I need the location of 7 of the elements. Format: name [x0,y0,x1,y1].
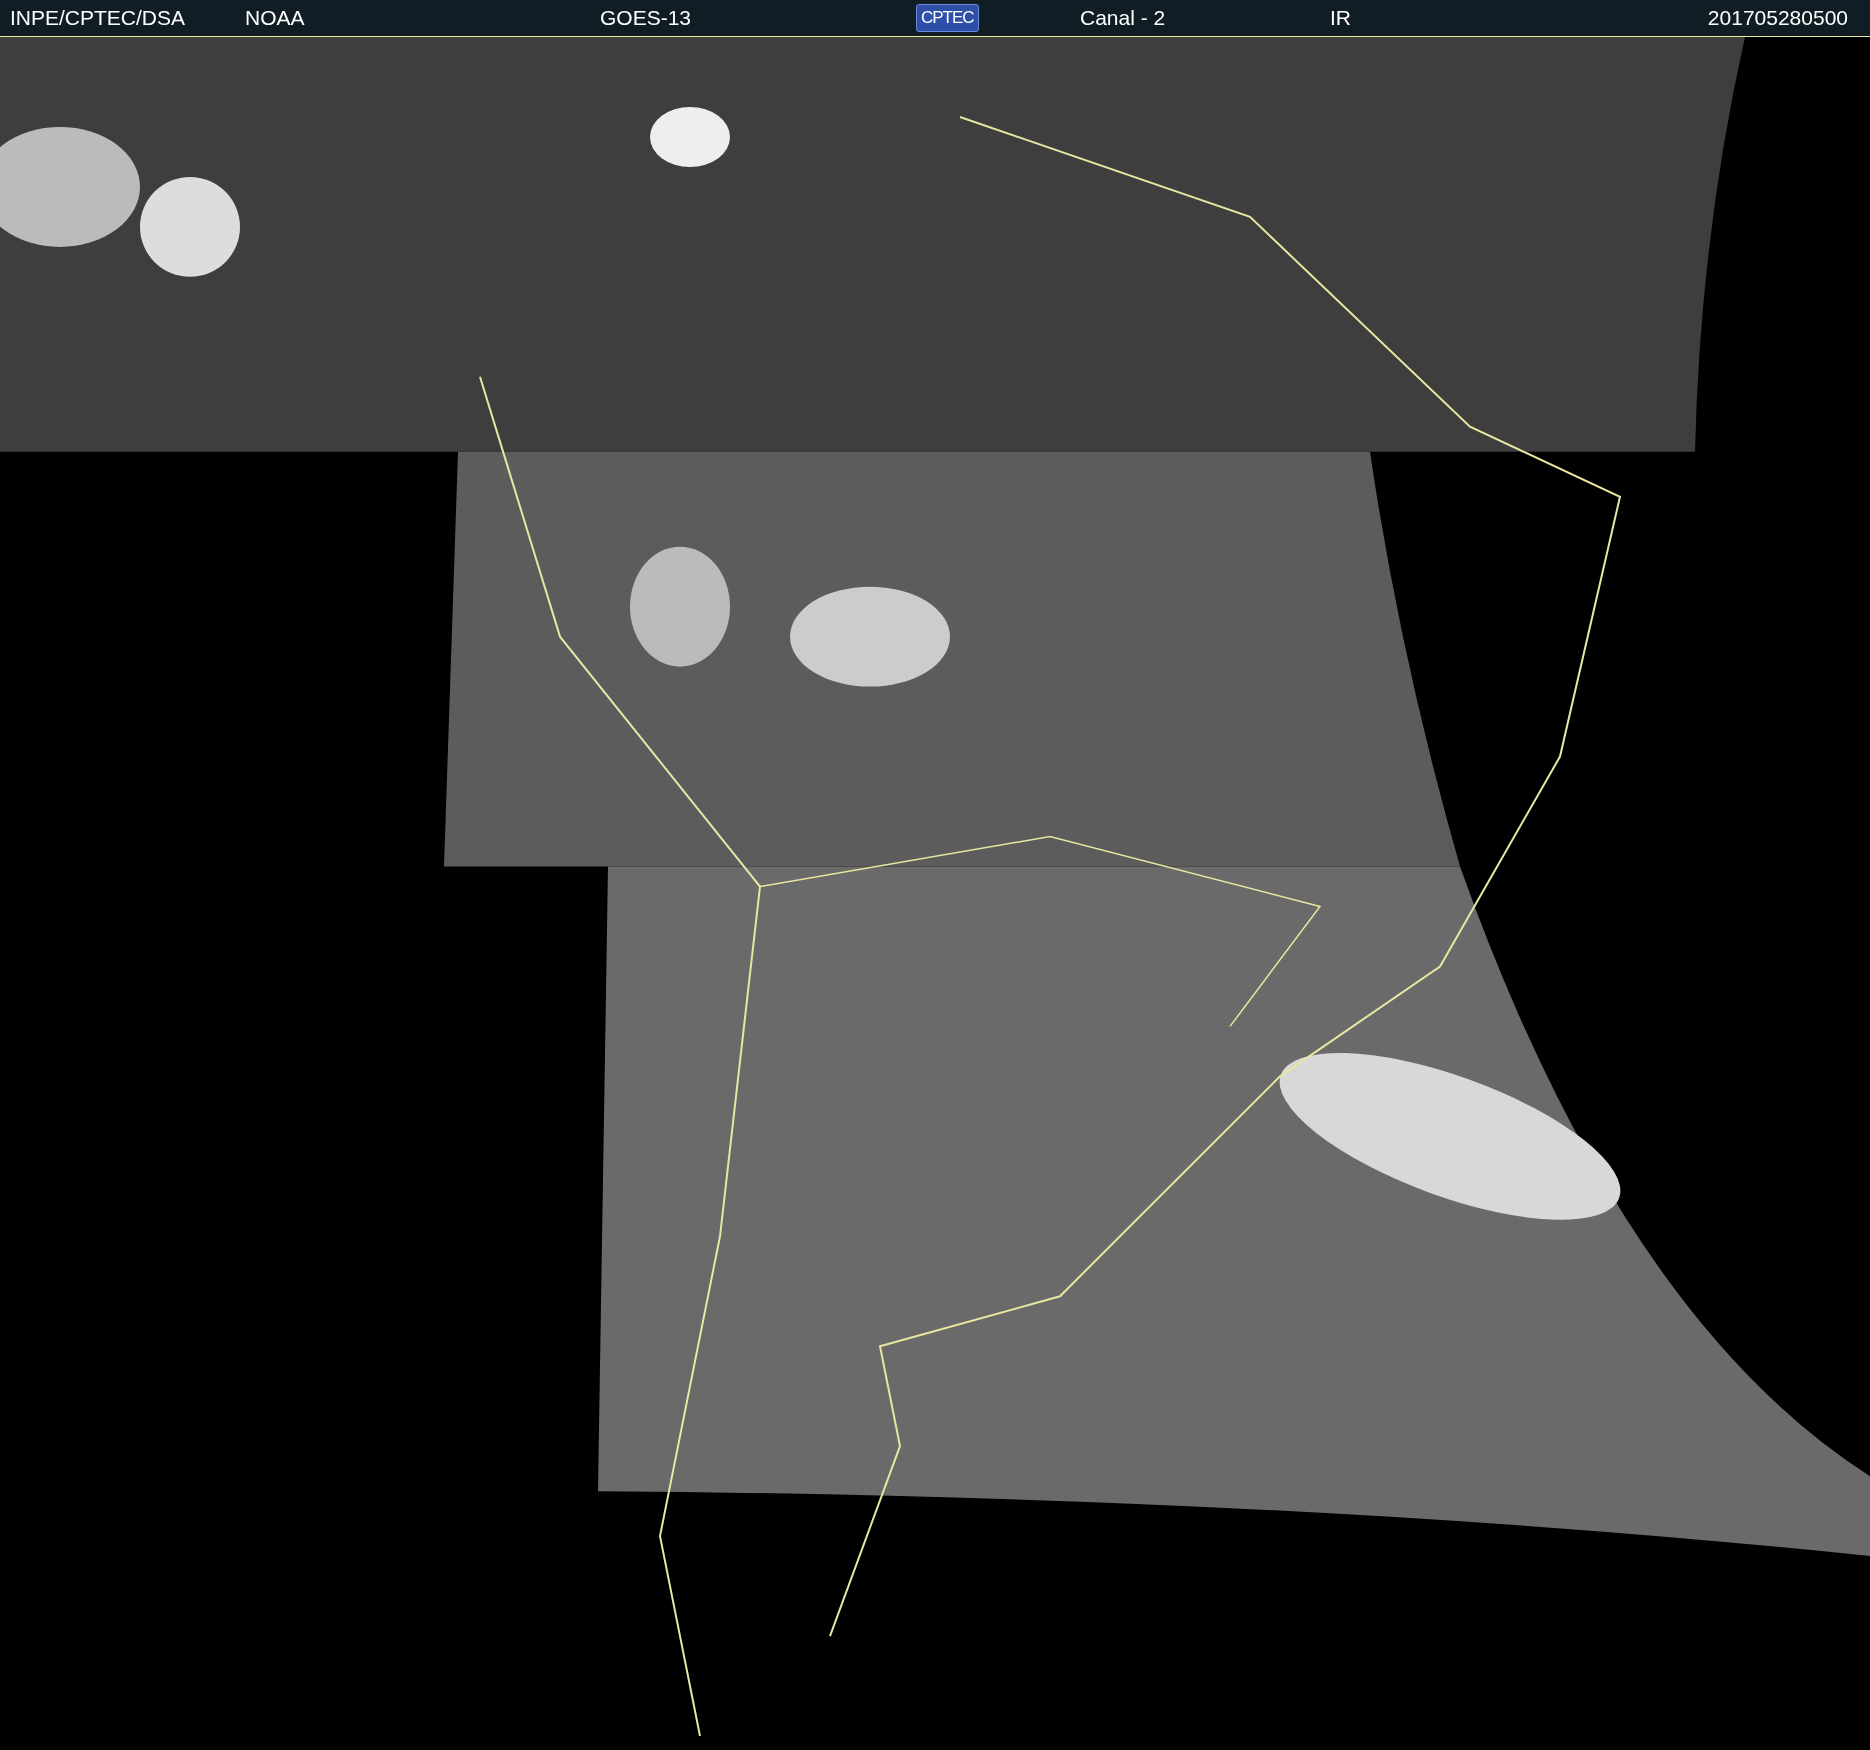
header-label: IR [1330,6,1352,30]
header-label: Canal - 2 [1080,6,1167,30]
logo: CPTEC [916,4,979,32]
header-label: INPE/CPTEC/DSA [10,6,187,30]
header-label: NOAA [245,6,306,30]
header-label: 201705280500 [1707,6,1848,30]
header-label: GOES-13 [600,6,693,30]
